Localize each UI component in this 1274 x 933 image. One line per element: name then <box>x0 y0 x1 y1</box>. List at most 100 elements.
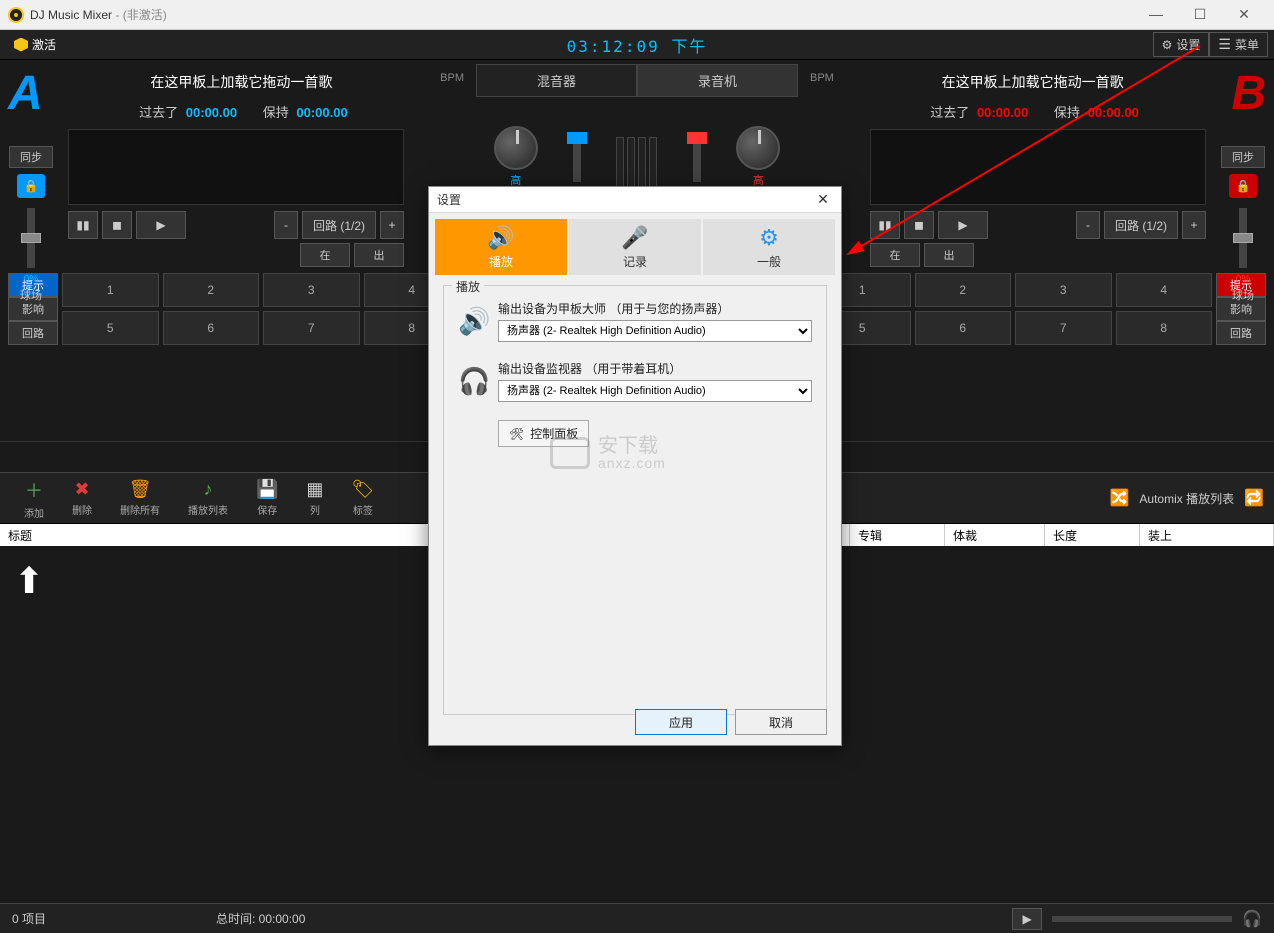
deck-a-loop-plus[interactable]: + <box>380 211 404 239</box>
columns-icon: ▦ <box>306 479 323 500</box>
deck-b-stop-button[interactable]: ◼ <box>904 211 934 239</box>
deck-b-pitch-label: 球场 <box>1232 287 1254 303</box>
shield-icon <box>14 38 28 52</box>
toolbar-playlist[interactable]: ♪播放列表 <box>174 479 242 517</box>
col-genre[interactable]: 体裁 <box>945 524 1045 546</box>
trash-icon: 🗑 <box>129 479 152 500</box>
gears-icon: ⚙ <box>759 225 779 251</box>
dialog-section-label: 播放 <box>452 278 484 295</box>
deck-a-loop-label: 回路 (1/2) <box>302 211 376 239</box>
mixer-tab-recorder[interactable]: 录音机 <box>637 64 798 97</box>
col-length[interactable]: 长度 <box>1045 524 1140 546</box>
deck-a-slot-3[interactable]: 3 <box>263 273 360 307</box>
deck-b-loop-label: 回路 (1/2) <box>1104 211 1178 239</box>
toolbar-delete-all[interactable]: 🗑删除所有 <box>106 479 174 517</box>
eq-knob-b-high[interactable] <box>736 126 780 170</box>
deck-b-loop-in[interactable]: 在 <box>870 243 920 267</box>
dialog-tab-playback[interactable]: 🔊 播放 <box>435 219 567 275</box>
deck-a-play-button[interactable]: ▶ <box>136 211 186 239</box>
deck-b-slot-6[interactable]: 6 <box>915 311 1012 345</box>
toolbar-columns[interactable]: ▦列 <box>292 479 337 517</box>
menu-button[interactable]: ☰ 菜单 <box>1209 32 1268 57</box>
eq-knob-a-high[interactable] <box>494 126 538 170</box>
deck-b-play-button[interactable]: ▶ <box>938 211 988 239</box>
deck-a-sync-button[interactable]: 同步 <box>9 146 53 168</box>
deck-b-sync-button[interactable]: 同步 <box>1221 146 1265 168</box>
repeat-icon[interactable]: 🔁 <box>1244 488 1264 508</box>
lock-icon: 🔒 <box>24 179 39 193</box>
deck-b-bpm-label: BPM <box>810 72 834 84</box>
cancel-button[interactable]: 取消 <box>735 709 827 735</box>
gear-icon: ⚙ <box>1162 38 1173 52</box>
dialog-tab-record[interactable]: 🎤 记录 <box>569 219 701 275</box>
deck-b-letter: B <box>1231 66 1266 121</box>
deck-a-pitch-value: 0% <box>24 274 38 285</box>
dialog-close-button[interactable]: ✕ <box>813 191 833 208</box>
app-icon <box>8 7 24 23</box>
mixer-tab-mixer[interactable]: 混音器 <box>476 64 637 97</box>
master-output-select[interactable]: 扬声器 (2- Realtek High Definition Audio) <box>498 320 812 342</box>
deck-b-slot-7[interactable]: 7 <box>1015 311 1112 345</box>
toolbar-tag[interactable]: 🏷标签 <box>337 479 388 517</box>
deck-b-waveform[interactable] <box>870 129 1206 205</box>
deck-a: A 在这甲板上加载它拖动一首歌 过去了 00:00.00 保持 00:00.00… <box>0 60 472 441</box>
deck-a-slot-6[interactable]: 6 <box>163 311 260 345</box>
deck-b-slot-8[interactable]: 8 <box>1116 311 1213 345</box>
deck-a-pitch-slider[interactable] <box>27 208 35 268</box>
deck-b-slot-3[interactable]: 3 <box>1015 273 1112 307</box>
deck-a-cue-tab-loop[interactable]: 回路 <box>8 321 58 345</box>
deck-b: BPM 在这甲板上加载它拖动一首歌 过去了 00:00.00 保持 00:00.… <box>802 60 1274 441</box>
master-output-label: 输出设备为甲板大师 （用于与您的扬声器） <box>498 300 812 317</box>
col-album[interactable]: 专辑 <box>850 524 945 546</box>
channel-fader-a[interactable] <box>573 132 581 182</box>
monitor-output-select[interactable]: 扬声器 (2- Realtek High Definition Audio) <box>498 380 812 402</box>
deck-a-waveform[interactable] <box>68 129 404 205</box>
deck-b-loop-minus[interactable]: - <box>1076 211 1100 239</box>
deck-b-title: 在这甲板上加载它拖动一首歌 <box>842 72 1223 92</box>
deck-a-loop-minus[interactable]: - <box>274 211 298 239</box>
deck-a-loop-in[interactable]: 在 <box>300 243 350 267</box>
automix-label[interactable]: Automix 播放列表 <box>1139 490 1234 507</box>
plus-icon: ＋ <box>25 477 43 503</box>
deck-a-slot-7[interactable]: 7 <box>263 311 360 345</box>
window-titlebar: DJ Music Mixer - (非激活) — ☐ ✕ <box>0 0 1274 30</box>
deck-b-pitch-slider[interactable] <box>1239 208 1247 268</box>
deck-a-stop-button[interactable]: ◼ <box>102 211 132 239</box>
deck-b-slot-2[interactable]: 2 <box>915 273 1012 307</box>
deck-a-slot-5[interactable]: 5 <box>62 311 159 345</box>
toolbar-delete[interactable]: ✖删除 <box>58 479 106 517</box>
deck-a-loop-out[interactable]: 出 <box>354 243 404 267</box>
deck-b-pause-button[interactable]: ▮▮ <box>870 211 900 239</box>
dialog-tab-general[interactable]: ⚙ 一般 <box>703 219 835 275</box>
shuffle-icon[interactable]: 🔀 <box>1109 488 1129 508</box>
settings-dialog: 设置 ✕ 🔊 播放 🎤 记录 ⚙ 一般 播放 🔊 输出设备为甲板大师 （用于与您… <box>428 186 842 746</box>
deck-a-slot-1[interactable]: 1 <box>62 273 159 307</box>
deck-b-cue-tab-loop[interactable]: 回路 <box>1216 321 1266 345</box>
deck-a-pause-button[interactable]: ▮▮ <box>68 211 98 239</box>
settings-button[interactable]: ⚙ 设置 <box>1153 32 1210 57</box>
deck-b-loop-out[interactable]: 出 <box>924 243 974 267</box>
apply-button[interactable]: 应用 <box>635 709 727 735</box>
deck-b-lock-button[interactable]: 🔒 <box>1229 174 1257 198</box>
deck-a-lock-button[interactable]: 🔒 <box>17 174 45 198</box>
headphone-icon[interactable]: 🎧 <box>1242 909 1262 929</box>
activate-button[interactable]: 激活 <box>6 34 64 55</box>
col-load[interactable]: 装上 <box>1140 524 1274 546</box>
deck-a-pitch-label: 球场 <box>20 287 42 303</box>
close-button[interactable]: ✕ <box>1222 6 1266 23</box>
statusbar-progress[interactable] <box>1052 916 1232 922</box>
deck-b-loop-plus[interactable]: + <box>1182 211 1206 239</box>
control-panel-button[interactable]: 🛠 控制面板 <box>498 420 589 447</box>
channel-fader-b[interactable] <box>693 132 701 182</box>
maximize-button[interactable]: ☐ <box>1178 6 1222 23</box>
statusbar-play-button[interactable]: ▶ <box>1012 908 1042 930</box>
up-arrow-icon: ⬆ <box>14 560 44 602</box>
deck-b-slot-4[interactable]: 4 <box>1116 273 1213 307</box>
toolbar-save[interactable]: 💾保存 <box>242 479 292 517</box>
deck-a-slot-2[interactable]: 2 <box>163 273 260 307</box>
headphone-icon: 🎧 <box>458 366 488 397</box>
toolbar-add[interactable]: ＋添加 <box>10 477 58 520</box>
vu-meters <box>616 127 657 187</box>
minimize-button[interactable]: — <box>1134 6 1178 23</box>
tag-icon: 🏷 <box>351 479 374 500</box>
